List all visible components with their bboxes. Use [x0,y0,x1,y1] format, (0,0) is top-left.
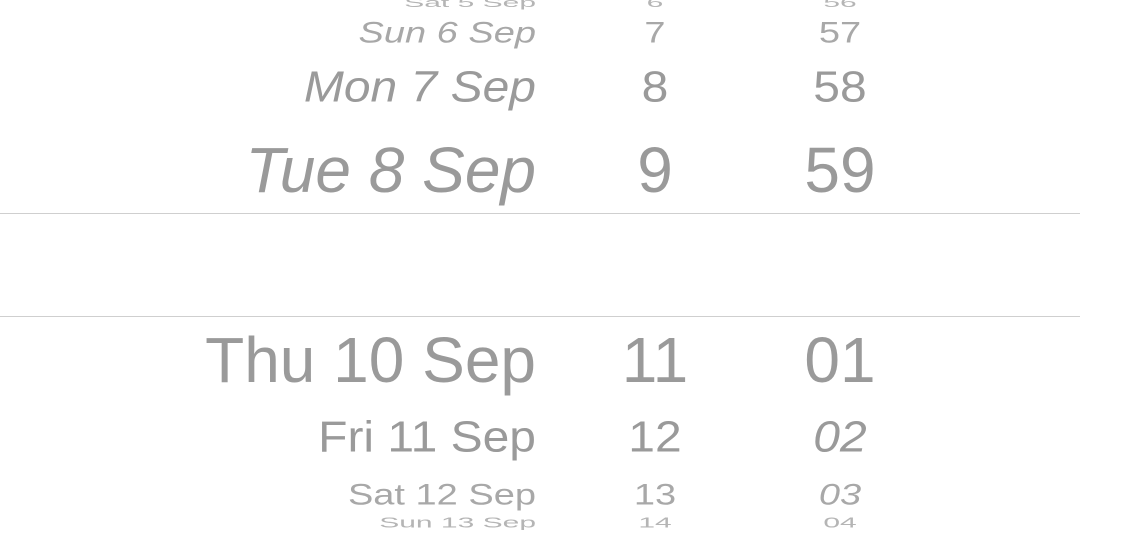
hour-option[interactable]: 8 [590,66,720,109]
hour-option[interactable]: 7 [590,18,720,48]
minute-option[interactable]: 58 [760,66,920,109]
date-option[interactable]: Thu 10 Sep [205,328,536,392]
minute-option[interactable]: 04 [760,515,920,531]
date-option[interactable]: Sat 5 Sep [404,0,536,9]
minute-option[interactable]: 01 [760,328,920,392]
minute-option[interactable]: 57 [760,18,920,48]
date-option[interactable]: Mon 7 Sep [304,66,536,109]
date-option[interactable]: Sun 13 Sep [379,515,536,531]
date-option[interactable]: Sun 6 Sep [359,18,536,48]
minute-option[interactable]: 56 [760,0,920,9]
minute-wheel[interactable]: 56 57 58 59 01 02 03 04 [760,0,920,543]
date-option[interactable]: Fri 11 Sep [318,416,536,459]
hour-option[interactable]: 12 [590,416,720,459]
date-time-picker[interactable]: Sat 5 Sep Sun 6 Sep Mon 7 Sep Tue 8 Sep … [0,0,1125,543]
date-option[interactable]: Tue 8 Sep [245,138,536,202]
minute-option[interactable]: 02 [760,416,920,459]
wheel-clip-edge [0,530,1125,543]
hour-option[interactable]: 11 [590,328,720,392]
minute-option[interactable]: 59 [760,138,920,202]
hour-wheel[interactable]: 6 7 8 9 11 12 13 14 [590,0,720,543]
hour-option[interactable]: 14 [590,515,720,531]
hour-option[interactable]: 13 [590,480,720,510]
date-wheel[interactable]: Sat 5 Sep Sun 6 Sep Mon 7 Sep Tue 8 Sep … [0,0,560,543]
minute-option[interactable]: 03 [760,480,920,510]
date-option[interactable]: Sat 12 Sep [348,480,536,510]
hour-option[interactable]: 9 [590,138,720,202]
hour-option[interactable]: 6 [590,0,720,9]
